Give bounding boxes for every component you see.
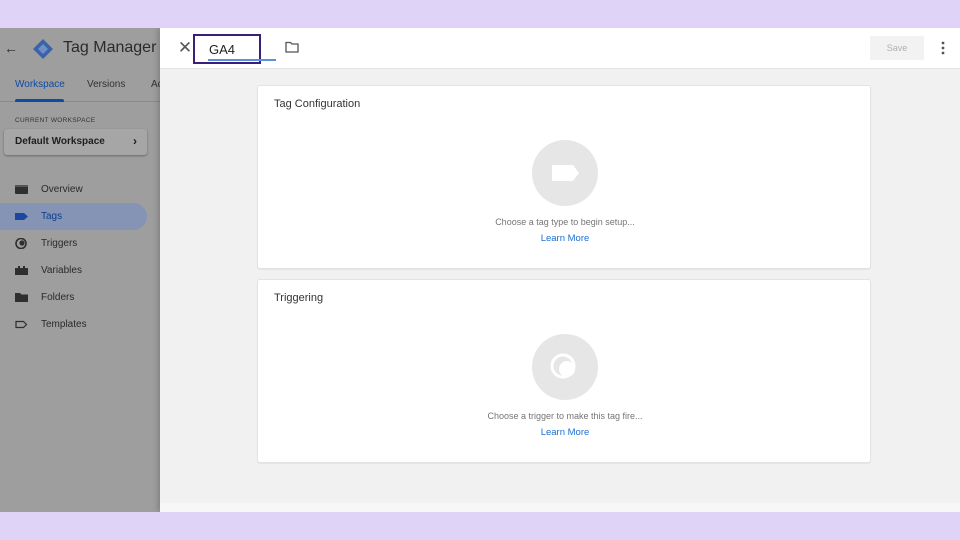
- sidebar-tabs: Workspace Versions Ac: [0, 70, 163, 102]
- tag-name-underline: [208, 59, 276, 61]
- tag-configuration-card[interactable]: Tag Configuration Choose a tag type to b…: [257, 85, 871, 269]
- workspace-name: Default Workspace: [15, 136, 105, 147]
- sidebar-item-templates[interactable]: Templates: [0, 311, 160, 338]
- tab-versions[interactable]: Versions: [87, 79, 125, 90]
- sidebar-item-triggers[interactable]: Triggers: [0, 230, 160, 257]
- sidebar-item-label: Templates: [41, 319, 87, 330]
- triggering-title: Triggering: [274, 292, 324, 304]
- app-title: Tag Manager: [63, 39, 157, 56]
- trigger-hint: Choose a trigger to make this tag fire..…: [487, 411, 643, 421]
- sidebar-item-label: Triggers: [41, 238, 78, 249]
- sidebar-header: ← Tag Manager: [0, 28, 160, 70]
- trigger-icon: [550, 353, 576, 379]
- overview-icon: [15, 185, 28, 194]
- tag-icon: [15, 213, 28, 220]
- save-button[interactable]: Save: [870, 36, 924, 60]
- variables-icon: [15, 266, 28, 275]
- sidebar-item-tags[interactable]: Tags: [0, 203, 147, 230]
- learn-more-link[interactable]: Learn More: [258, 427, 872, 438]
- tag-type-placeholder[interactable]: [532, 140, 598, 206]
- drawer-bottom-edge: [160, 503, 960, 512]
- sidebar-item-overview[interactable]: Overview: [0, 176, 160, 203]
- tag-name-input[interactable]: [209, 40, 259, 58]
- sidebar: ← Tag Manager Workspace Versions Ac CURR…: [0, 28, 163, 512]
- sidebar-item-folders[interactable]: Folders: [0, 284, 160, 311]
- trigger-placeholder[interactable]: [532, 334, 598, 400]
- folder-icon: [15, 293, 28, 302]
- sidebar-item-label: Tags: [41, 211, 63, 222]
- workspace-selector[interactable]: Default Workspace ›: [4, 129, 147, 155]
- sidebar-item-label: Folders: [41, 292, 75, 303]
- sidebar-item-label: Variables: [41, 265, 82, 276]
- sidebar-nav: Overview Tags Triggers Variables Folders…: [0, 176, 160, 338]
- sidebar-item-variables[interactable]: Variables: [0, 257, 160, 284]
- trigger-icon: [15, 238, 27, 249]
- app-frame: ← Tag Manager Workspace Versions Ac CURR…: [0, 28, 960, 512]
- learn-more-link[interactable]: Learn More: [258, 233, 872, 244]
- tag-configuration-title: Tag Configuration: [274, 98, 361, 110]
- current-workspace-label: CURRENT WORKSPACE: [15, 117, 96, 124]
- drawer-topbar: ✕ Save: [160, 28, 960, 69]
- triggering-card[interactable]: Triggering Choose a trigger to make this…: [257, 279, 871, 463]
- template-icon: [15, 320, 28, 329]
- active-tab-indicator: [15, 99, 64, 102]
- tag-icon: [552, 165, 579, 181]
- tag-type-hint: Choose a tag type to begin setup...: [495, 217, 635, 227]
- tab-workspace[interactable]: Workspace: [15, 79, 65, 90]
- tag-manager-logo-icon: [33, 39, 53, 59]
- chevron-right-icon: ›: [133, 134, 137, 148]
- sidebar-item-label: Overview: [41, 184, 83, 195]
- more-vert-icon[interactable]: [939, 40, 947, 56]
- back-arrow-icon[interactable]: ←: [4, 40, 18, 56]
- folder-icon[interactable]: [285, 41, 299, 53]
- close-icon[interactable]: ✕: [177, 38, 193, 58]
- tag-editor-drawer: ✕ Save Tag Configuration Choose a: [160, 28, 960, 512]
